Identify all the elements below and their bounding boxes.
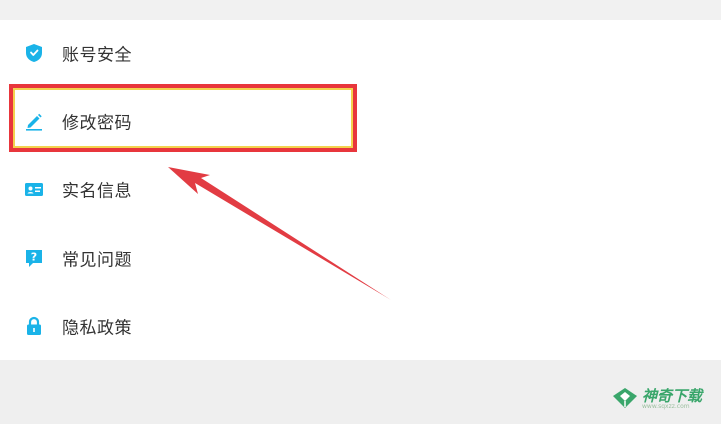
- watermark-subtext: www.sqxzz.com: [642, 403, 690, 410]
- menu-item-label: 修改密码: [62, 113, 132, 134]
- question-icon: ?: [26, 250, 42, 267]
- shield-icon: [26, 44, 42, 62]
- menu-item-label: 账号安全: [62, 45, 132, 66]
- menu-item-label: 隐私政策: [62, 318, 132, 339]
- watermark: 神奇下载 www.sqxzz.com: [612, 385, 716, 413]
- menu-item-label: 常见问题: [62, 250, 132, 271]
- menu-item-real-name-info[interactable]: 实名信息: [0, 156, 721, 222]
- menu-item-privacy-policy[interactable]: 隐私政策: [0, 293, 721, 359]
- watermark-logo-icon: [613, 388, 637, 408]
- svg-text:?: ?: [31, 251, 37, 264]
- lock-icon: [27, 316, 41, 335]
- menu-item-faq[interactable]: ? 常见问题: [0, 225, 721, 291]
- id-card-icon: [25, 183, 43, 196]
- menu-item-account-security[interactable]: 账号安全: [0, 20, 721, 86]
- pencil-icon: [26, 113, 42, 131]
- menu-item-change-password[interactable]: 修改密码: [0, 88, 721, 154]
- settings-menu: 账号安全 修改密码 实名信息 ? 常见问题 隐私政策: [0, 20, 721, 360]
- menu-item-label: 实名信息: [62, 181, 132, 202]
- top-strip: [0, 0, 721, 20]
